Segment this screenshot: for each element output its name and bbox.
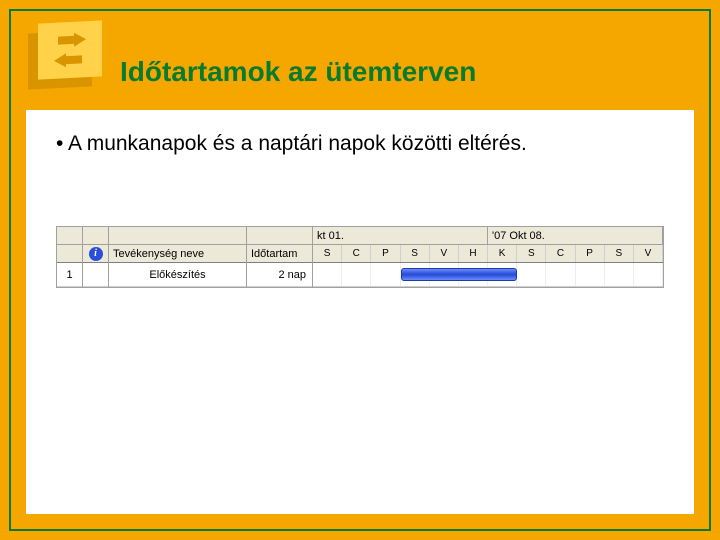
day-header: S [401, 245, 430, 262]
gantt-task-bar [401, 268, 518, 281]
duration-column: Időtartam 2 nap [247, 227, 313, 287]
week-header-2: '07 Okt 08. [488, 227, 663, 244]
timeline: kt 01. '07 Okt 08. SCPSVHKSCPSV [313, 227, 663, 287]
day-header: C [546, 245, 575, 262]
bullet-item: • A munkanapok és a naptári napok között… [56, 132, 664, 156]
task-name-cell: Előkészítés [109, 263, 246, 287]
row-id: 1 [57, 263, 82, 287]
info-icon: i [89, 247, 103, 261]
row-id-column: 1 [57, 227, 83, 287]
gantt-screenshot: 1 i Tevékenység neve Előkészítés Időtart… [56, 226, 664, 288]
day-header: S [605, 245, 634, 262]
task-name-column: Tevékenység neve Előkészítés [109, 227, 247, 287]
slide-title: Időtartamok az ütemterven [120, 56, 476, 88]
day-header: V [430, 245, 459, 262]
content-panel: • A munkanapok és a naptári napok között… [26, 110, 694, 514]
task-name-header: Tevékenység neve [109, 245, 246, 263]
day-header: P [371, 245, 400, 262]
duration-header: Időtartam [247, 245, 312, 263]
day-header: K [488, 245, 517, 262]
day-header: C [342, 245, 371, 262]
slide-logo-icon [28, 22, 106, 92]
duration-cell: 2 nap [247, 263, 312, 287]
day-header: S [313, 245, 342, 262]
day-header: P [576, 245, 605, 262]
day-header: H [459, 245, 488, 262]
week-header-1: kt 01. [313, 227, 488, 244]
day-header: V [634, 245, 663, 262]
day-header: S [517, 245, 546, 262]
info-column: i [83, 227, 109, 287]
